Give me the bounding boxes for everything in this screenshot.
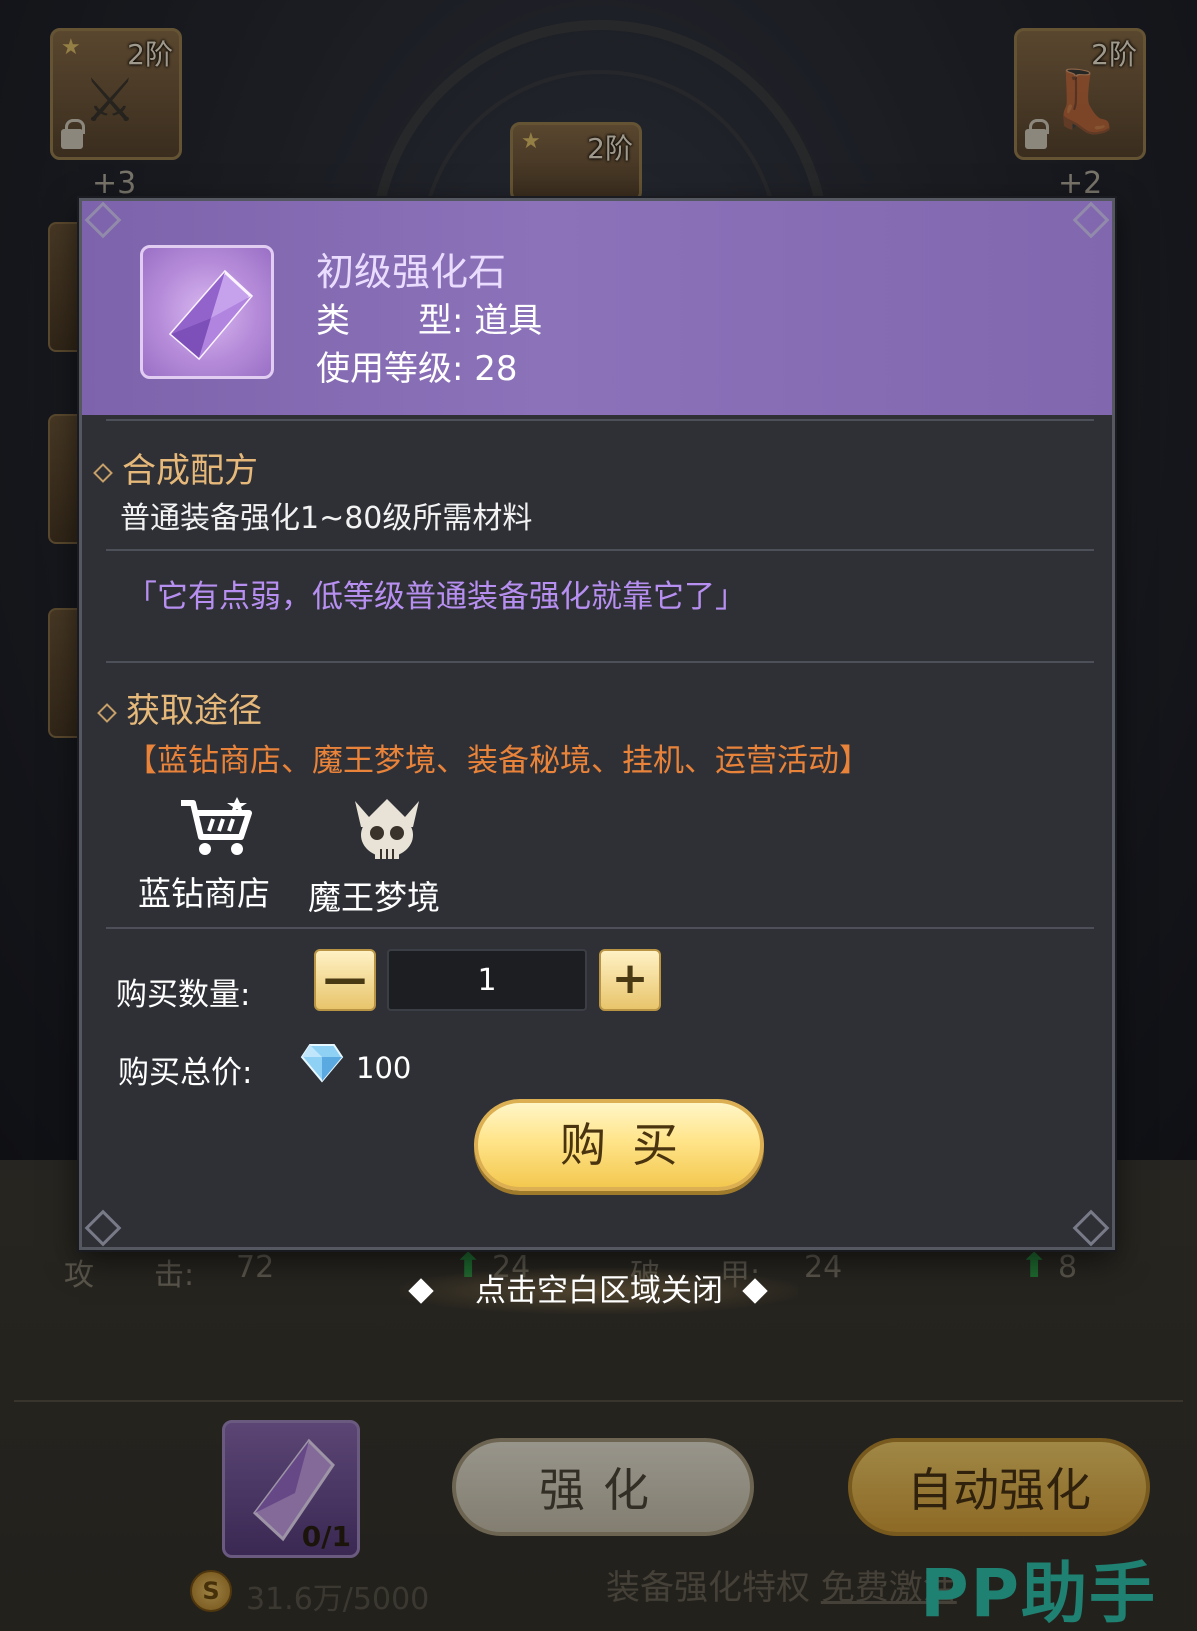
item-use-level: 使用等级: 28 [316,349,518,389]
item-icon-frame [140,245,274,379]
total-price-label: 购买总价: [118,1055,253,1091]
diamond-ornament-icon [408,1278,434,1304]
source-heading-text: 获取途径 [126,691,262,731]
source-blue-diamond-shop[interactable]: 蓝钻商店 [138,797,270,915]
item-detail-popup: 初级强化石 类 型: 道具 使用等级: 28 合成配方 普通装备强化1~80级所… [79,198,1115,1250]
buy-button[interactable]: 购买 [474,1099,764,1191]
recipe-description: 普通装备强化1~80级所需材料 [120,501,533,536]
item-name: 初级强化石 [316,250,507,294]
diamond-bullet-icon [97,702,117,723]
source-list: 【蓝钻商店、魔王梦境、装备秘境、挂机、运营活动】 [126,743,870,779]
divider [106,549,1094,551]
corner-ornament [84,1209,122,1247]
demon-skull-icon [355,799,419,859]
diamond-bullet-icon [93,462,113,483]
source-heading: 获取途径 [97,683,262,732]
source-label: 蓝钻商店 [138,874,270,913]
quantity-input[interactable] [387,949,587,1011]
increase-quantity-button[interactable]: + [599,949,661,1011]
source-label: 魔王梦境 [308,878,440,917]
source-demon-dreamland[interactable]: 魔王梦境 [308,797,440,919]
divider [106,927,1094,929]
divider [106,419,1094,421]
decrease-quantity-button[interactable]: — [314,949,376,1011]
quantity-label: 购买数量: [116,977,251,1013]
flavor-quote: 「它有点弱，低等级普通装备强化就靠它了」 [126,579,746,615]
close-hint-text: 点击空白区域关闭 [475,1273,723,1309]
diamond-ornament-icon [742,1278,768,1304]
tap-to-close-hint: 点击空白区域关闭 [400,1268,798,1314]
divider [106,661,1094,663]
item-type: 类 型: 道具 [316,301,543,341]
enhance-stone-icon [168,269,254,361]
corner-ornament [1072,1209,1110,1247]
blue-diamond-icon [300,1044,344,1083]
shopping-cart-icon [181,797,252,855]
total-price-value: 100 [356,1051,412,1085]
recipe-heading-text: 合成配方 [122,451,258,491]
recipe-heading: 合成配方 [93,443,258,492]
